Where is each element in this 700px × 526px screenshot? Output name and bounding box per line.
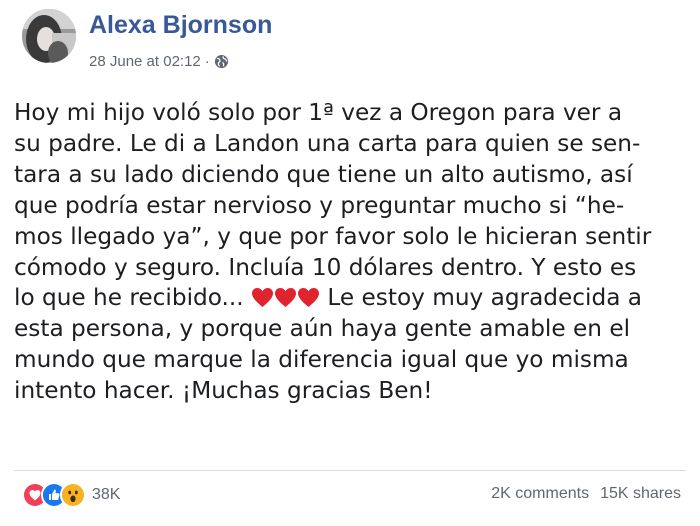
heart-icon [274,286,297,308]
reactions-summary[interactable]: 38K [22,481,120,509]
avatar[interactable] [22,9,76,63]
post-line-end: Le estoy muy agradecida a [320,284,642,312]
post-body: Hoy mi hijo voló solo por 1ª vez a Orego… [14,98,694,407]
post-line: su padre. Le di a Landon una carta para … [14,129,641,157]
reaction-count: 38K [92,486,121,503]
globe-icon[interactable] [214,54,229,69]
post-line: Hoy mi hijo voló solo por 1ª vez a Orego… [14,99,623,126]
post-line-start: lo que he recibido... [14,284,252,312]
footer-divider [14,470,686,471]
heart-icon [251,286,274,308]
author-name[interactable]: Alexa Bjornson [89,11,272,40]
heart-emojis [251,286,320,308]
shares-link[interactable]: 15K shares [600,485,681,503]
facebook-post: Alexa Bjornson 28 June at 02:12 · Hoy mi… [0,0,700,526]
post-stats: 2K comments 15K shares [491,485,681,503]
post-line: intento hacer. ¡Muchas gracias Ben! [14,377,433,405]
meta-separator: · [204,52,210,70]
heart-icon [297,286,320,308]
wow-reaction-icon [60,482,86,508]
profile-photo [22,9,76,63]
comments-link[interactable]: 2K comments [491,485,589,503]
post-line: mos llegado ya”, y que por favor solo le… [14,222,652,250]
post-line: mundo que marque la diferencia igual que… [14,346,629,374]
post-meta: 28 June at 02:12 · [89,51,229,71]
post-line: que podría estar nervioso y preguntar mu… [14,191,625,219]
post-line: tara a su lado diciendo que tiene un alt… [14,160,633,188]
post-line: esta persona, y porque aún haya gente am… [14,315,631,343]
post-line-with-hearts: lo que he recibido... Le estoy muy agrad… [14,283,694,314]
post-line: cómodo y seguro. Incluía 10 dólares dent… [14,253,637,281]
post-timestamp[interactable]: 28 June at 02:12 [89,53,201,70]
